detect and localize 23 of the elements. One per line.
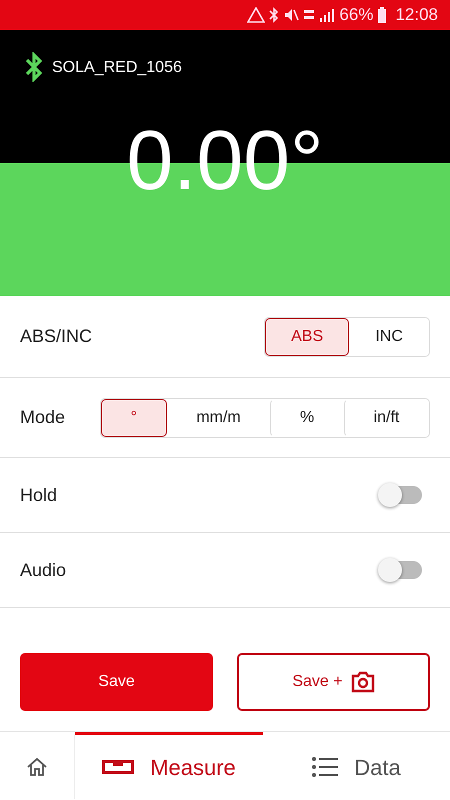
camera-icon [350,671,375,693]
angle-reading: 0.00° [125,118,325,202]
battery-icon [377,7,388,23]
nav-tab[interactable]: Data [263,732,450,799]
save-photo-button[interactable]: Save + [237,653,430,711]
nav-tab[interactable]: Measure [75,732,263,799]
home-icon [26,756,48,778]
setting-label: Hold [20,484,58,506]
setting-label: Audio [20,558,66,582]
segment-option[interactable]: ABS [265,318,350,356]
battery-percent: 66% [339,4,374,26]
clock: 12:08 [395,4,438,26]
signal-icon [319,8,336,22]
spirit-level-icon [102,760,134,774]
list-icon [312,756,338,778]
warning-icon [247,7,266,23]
bluetooth-icon [269,7,280,23]
setting-label: ABS/INC [20,325,92,348]
setting-label: Mode [20,406,66,429]
segment-option[interactable]: ° [101,398,167,436]
mute-icon [283,7,300,23]
device-name: SOLA_RED_1056 [52,58,182,78]
save-button[interactable]: Save [20,653,213,711]
